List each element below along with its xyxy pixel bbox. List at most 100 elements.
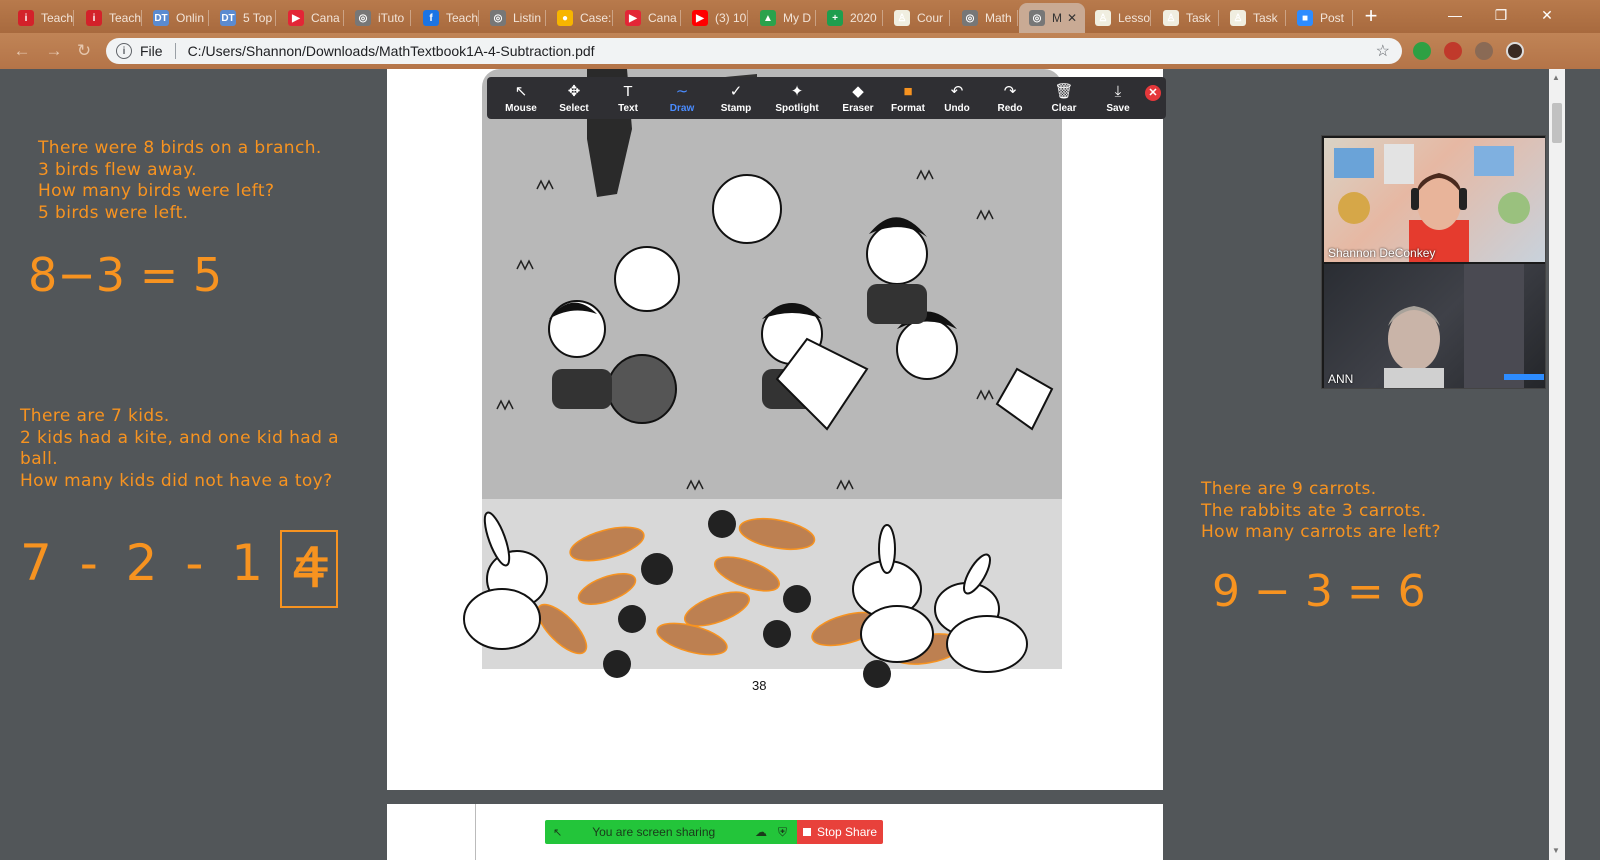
tab-favicon-icon: f [423,10,439,26]
tab-label: 5 Top [243,11,273,25]
annotation-line: 3 birds flew away. [38,159,197,180]
tab-8[interactable]: ● Case: [547,3,613,33]
tab-separator [208,10,209,26]
tab-separator [410,10,411,26]
tab-favicon-icon: i [86,10,102,26]
video-tile-ann[interactable]: ANN [1324,264,1545,388]
draw-tool-button[interactable]: ∼ Draw [660,77,704,119]
sharing-status[interactable]: ↖ You are screen sharing ☁ ⛨ [545,820,797,844]
tab-17[interactable]: ♙ Task [1153,3,1219,33]
tab-9[interactable]: ▶ Cana [615,3,681,33]
tool-label: Redo [997,103,1023,114]
tab-0[interactable]: i Teach [8,3,74,33]
tab-separator [680,10,681,26]
tab-favicon-icon: ♙ [894,10,910,26]
tab-separator [612,10,613,26]
tab-separator [1218,10,1219,26]
webcam-feed [1384,264,1544,388]
tab-separator [882,10,883,26]
reload-icon[interactable]: ↻ [74,41,94,61]
tab-label: Task [1186,11,1211,25]
annotation-line: There are 9 carrots. [1201,479,1377,499]
tab-strip: i Teach i Teach DT Onlin DT 5 Top ▶ Cana ◎ iTuto f Te… [0,0,1600,33]
ublock-icon[interactable] [1444,42,1462,60]
tab-label: Teach [41,11,74,25]
tool-label: Undo [944,103,970,114]
stamp-icon: ✓ [729,83,743,100]
info-icon[interactable]: i [116,43,132,59]
clear-icon: 🗑 [1054,83,1074,100]
tab-18[interactable]: ♙ Task [1220,3,1286,33]
profile-avatar[interactable] [1506,42,1524,60]
birds-equation: 8−3 = 5 [28,248,223,302]
forward-icon[interactable]: → [44,41,64,61]
tab-10[interactable]: ▶ (3) 10 [682,3,748,33]
save-tool-button[interactable]: ⤓ Save [1096,77,1140,119]
tab-4[interactable]: ▶ Cana [278,3,344,33]
tab-14[interactable]: ◎ Math [952,3,1018,33]
restore-button[interactable]: ❐ [1478,0,1524,30]
eraser-tool-button[interactable]: ◆ Eraser [836,77,880,119]
tab-separator [1352,10,1353,26]
drag-handle-icon[interactable]: ↖ [553,826,562,839]
scroll-down-icon[interactable]: ▼ [1552,846,1560,855]
carrots-equation: 9 − 3 = 6 [1212,566,1426,617]
back-icon[interactable]: ← [12,41,32,61]
tab-19[interactable]: ■ Post [1287,3,1353,33]
tab-label: Task [1253,11,1278,25]
tab-5[interactable]: ◎ iTuto [345,3,411,33]
close-tab-icon[interactable]: ✕ [1067,11,1077,25]
spotlight-icon: ✦ [790,83,804,100]
tab-1[interactable]: i Teach [76,3,142,33]
spotlight-tool-button[interactable]: ✦ Spotlight [775,77,819,119]
address-bar[interactable]: i File C:/Users/Shannon/Downloads/MathTe… [106,38,1402,64]
tab-2[interactable]: DT Onlin [143,3,209,33]
carrots-problem-text: There are 9 carrots. The rabbits ate 3 c… [1201,479,1441,544]
scroll-thumb[interactable] [1552,103,1562,143]
tab-separator [545,10,546,26]
extension-green-icon[interactable] [1413,42,1431,60]
tab-label: M [1052,11,1062,25]
tab-favicon-icon: ■ [1297,10,1313,26]
mouse-tool-button[interactable]: ↖ Mouse [499,77,543,119]
annotation-line: How many carrots are left? [1201,522,1441,542]
clear-tool-button[interactable]: 🗑 Clear [1042,77,1086,119]
scroll-up-icon[interactable]: ▲ [1552,73,1560,82]
tab-13[interactable]: ♙ Cour [884,3,950,33]
tab-16[interactable]: ♙ Lesso [1085,3,1151,33]
tab-7[interactable]: ◎ Listin [480,3,546,33]
extensions-puzzle-icon[interactable] [1475,42,1493,60]
cloud-icon: ☁ [755,825,767,839]
video-tile-shannon[interactable]: Shannon DeConkey [1324,138,1545,262]
tab-3[interactable]: DT 5 Top [210,3,276,33]
tab-separator [1150,10,1151,26]
stop-share-button[interactable]: Stop Share [797,820,883,844]
stamp-tool-button[interactable]: ✓ Stamp [714,77,758,119]
tab-15[interactable]: ◎ M ✕ [1019,3,1085,33]
address-divider [174,43,176,59]
annotation-line: 2 kids had a kite, and one kid had a [20,427,339,448]
stop-share-label: Stop Share [817,825,878,839]
tool-label: Draw [669,103,695,114]
tab-11[interactable]: ▲ My D [750,3,816,33]
format-tool-button[interactable]: ■ Format [886,77,930,119]
bookmark-star-icon[interactable]: ☆ [1376,41,1390,61]
page-scrollbar[interactable]: ▲ ▼ [1549,69,1565,860]
tool-label: Text [618,103,638,114]
annotation-line: How many birds were left? [38,181,275,201]
undo-tool-button[interactable]: ↶ Undo [935,77,979,119]
shield-icon: ⛨ [777,824,787,839]
tab-12[interactable]: +2020 [817,3,883,33]
redo-tool-button[interactable]: ↷ Redo [988,77,1032,119]
tab-6[interactable]: f Teach [413,3,479,33]
close-window-button[interactable]: ✕ [1524,0,1570,30]
close-annotation-icon[interactable]: ✕ [1145,85,1161,101]
page-number: 38 [752,678,767,693]
scheme-label: File [140,43,163,59]
minimize-button[interactable]: — [1432,0,1478,30]
text-tool-button[interactable]: T Text [606,77,650,119]
annotation-line: How many kids did not have a toy? [20,470,333,491]
tab-favicon-icon: ▶ [625,10,641,26]
select-tool-button[interactable]: ✥ Select [552,77,596,119]
new-tab-button[interactable]: + [1357,5,1385,29]
